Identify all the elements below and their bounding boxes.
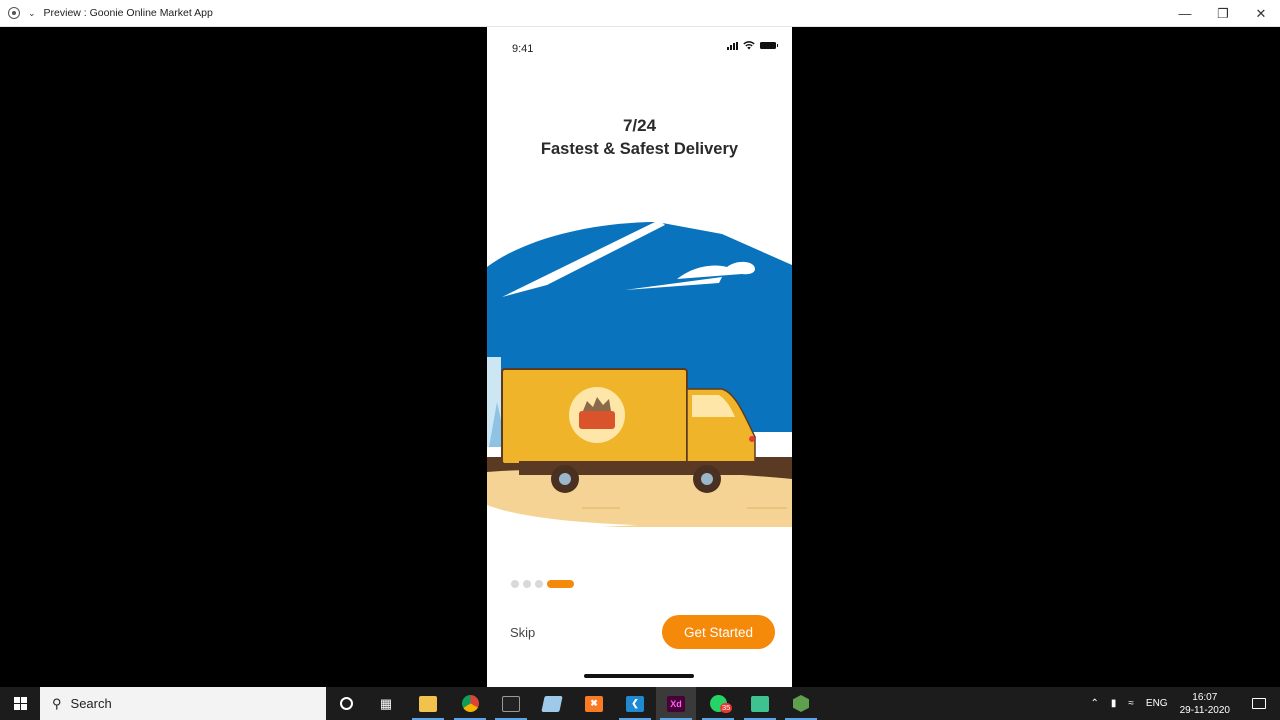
app-button[interactable] [740, 687, 780, 720]
taskbar-clock[interactable]: 16:07 29-11-2020 [1180, 691, 1230, 717]
xampp-button[interactable]: ✖ [574, 687, 614, 720]
notepad-button[interactable] [532, 687, 572, 720]
minimize-button[interactable]: — [1166, 0, 1204, 27]
headline-subtitle: Fastest & Safest Delivery [540, 140, 739, 158]
skip-button[interactable]: Skip [510, 625, 535, 640]
windows-taskbar: ⚲ Search ▦ ✖ ❮ Xd 35 ⌃ ▮ ≈ ENG 16:07 29-… [0, 687, 1280, 720]
start-button[interactable] [0, 687, 40, 720]
vscode-button[interactable]: ❮ [615, 687, 655, 720]
whatsapp-badge: 35 [720, 703, 733, 713]
window-controls: — ❐ ✕ [1166, 0, 1280, 27]
page-indicator [511, 580, 574, 588]
get-started-button[interactable]: Get Started [662, 615, 775, 649]
page-dot [511, 580, 519, 588]
wifi-tray-icon[interactable]: ≈ [1128, 698, 1134, 709]
clock-date: 29-11-2020 [1179, 704, 1230, 716]
window-title: Preview : Goonie Online Market App [43, 7, 213, 19]
close-button[interactable]: ✕ [1242, 0, 1280, 27]
terminal-icon [502, 695, 520, 712]
phone-screen: 9:41 7/24 Fastest & Safest Delivery Skip… [487, 27, 792, 687]
chrome-button[interactable] [450, 687, 490, 720]
status-icons [727, 41, 778, 50]
terminal-button[interactable] [491, 687, 531, 720]
taskbar-search[interactable]: ⚲ Search [40, 687, 326, 720]
notification-center-icon[interactable] [1252, 698, 1266, 709]
search-icon: ⚲ [52, 695, 62, 711]
status-time: 9:41 [512, 43, 534, 55]
restore-button[interactable]: ❐ [1204, 0, 1242, 27]
nodejs-button[interactable] [781, 687, 821, 720]
search-placeholder: Search [70, 696, 112, 711]
chrome-icon [461, 695, 479, 712]
task-view-icon: ▦ [379, 695, 393, 711]
app-record-icon [8, 7, 20, 19]
cellular-signal-icon [727, 41, 738, 50]
windows-logo-icon [13, 697, 27, 710]
whatsapp-button[interactable]: 35 [698, 687, 738, 720]
adobe-xd-button[interactable]: Xd [656, 687, 696, 720]
system-tray: ⌃ ▮ ≈ ENG 16:07 29-11-2020 [1091, 687, 1280, 720]
cortana-icon [339, 697, 353, 710]
page-dot-active [547, 580, 574, 588]
chevron-down-icon[interactable]: ⌄ [28, 8, 36, 19]
chevron-up-icon[interactable]: ⌃ [1091, 698, 1099, 709]
language-indicator[interactable]: ENG [1146, 698, 1168, 709]
truck-headlight [749, 436, 755, 442]
onboarding-headline: 7/24 Fastest & Safest Delivery [487, 115, 792, 161]
clock-time: 16:07 [1192, 691, 1218, 703]
home-indicator [584, 674, 694, 678]
wifi-icon [743, 41, 755, 50]
headline-title: 7/24 [622, 116, 657, 135]
battery-tray-icon[interactable]: ▮ [1111, 698, 1117, 709]
notepad-icon [541, 695, 563, 712]
cortana-button[interactable] [326, 687, 366, 720]
basket-icon [579, 411, 615, 429]
road-line [747, 507, 787, 509]
nodejs-icon [793, 695, 809, 712]
battery-icon [760, 42, 778, 49]
vscode-icon: ❮ [626, 695, 644, 712]
file-explorer-button[interactable] [408, 687, 448, 720]
road-line [582, 507, 620, 509]
page-dot [523, 580, 531, 588]
page-dot [535, 580, 543, 588]
task-view-button[interactable]: ▦ [366, 687, 406, 720]
file-explorer-icon [419, 695, 437, 712]
window-titlebar: ⌄ Preview : Goonie Online Market App — ❐… [0, 0, 1280, 27]
app-icon [751, 695, 769, 712]
xampp-icon: ✖ [585, 695, 603, 712]
adobe-xd-icon: Xd [667, 695, 685, 712]
delivery-truck-illustration [487, 220, 792, 527]
